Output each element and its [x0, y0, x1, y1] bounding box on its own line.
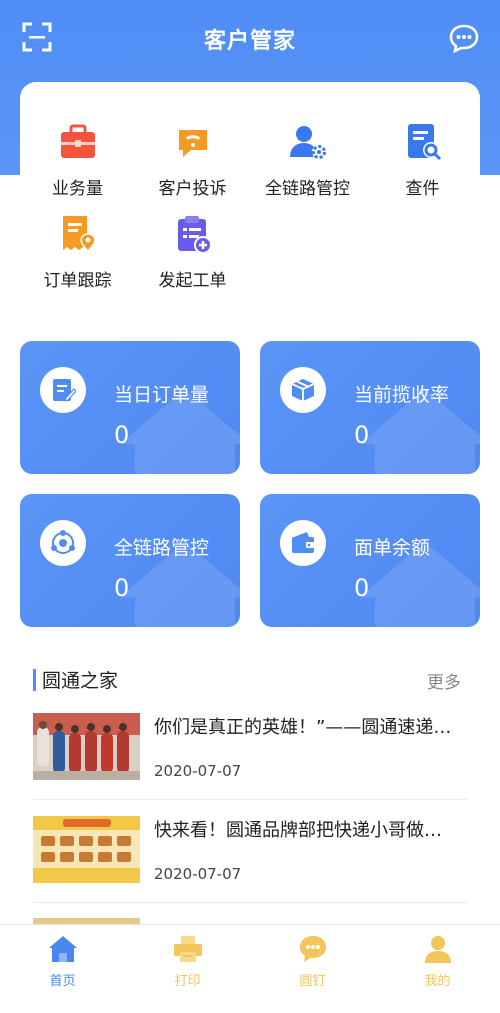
- menu-item-order-tracking[interactable]: 订单跟踪: [20, 214, 135, 294]
- stat-label: 面单余额: [354, 537, 431, 559]
- stat-card-pickup-rate[interactable]: 当前揽收率 0: [260, 341, 480, 474]
- tab-print[interactable]: 打印: [125, 925, 250, 1013]
- top-bar: 客户管家: [0, 0, 500, 78]
- menu-card: 业务量 客户投诉 全链路管控 查件 订单跟踪 发起工单: [20, 82, 480, 302]
- chat-icon: [299, 936, 326, 962]
- section-accent-bar: [33, 669, 36, 691]
- news-item[interactable]: 你们是真正的英雄！”——圆通速递… 2020-07-07: [33, 713, 467, 783]
- divider: [33, 902, 467, 903]
- stat-value: 0: [354, 421, 370, 449]
- wallet-icon: [292, 532, 314, 553]
- news-title: 快来看！圆通品牌部把快递小哥做…: [154, 820, 442, 841]
- menu-item-label: 订单跟踪: [43, 271, 112, 291]
- menu-item-label: 发起工单: [158, 271, 227, 291]
- menu-item-label: 全链路管控: [265, 179, 350, 199]
- user-icon: [424, 936, 451, 963]
- tab-label: 我的: [424, 974, 451, 989]
- stat-card-daily-orders[interactable]: 当日订单量 0: [20, 341, 240, 474]
- scan-icon[interactable]: [22, 22, 52, 52]
- printer-icon: [173, 936, 202, 962]
- menu-item-business-volume[interactable]: 业务量: [20, 122, 135, 202]
- tab-home[interactable]: 首页: [0, 925, 125, 1013]
- news-item[interactable]: 快来看！圆通品牌部把快递小哥做… 2020-07-07: [33, 816, 467, 886]
- user-gear-icon: [289, 126, 326, 159]
- menu-item-label: 查件: [405, 179, 440, 199]
- stat-icon-circle: [40, 520, 86, 566]
- news-thumbnail-photo: [33, 713, 140, 780]
- tab-label: 打印: [174, 974, 201, 989]
- briefcase-icon: [60, 124, 95, 158]
- stat-label: 全链路管控: [114, 537, 210, 559]
- stat-icon-circle: [280, 367, 326, 413]
- stat-icon-circle: [40, 367, 86, 413]
- page-title: 客户管家: [203, 29, 296, 54]
- menu-item-create-ticket[interactable]: 发起工单: [135, 214, 250, 294]
- home-icon: [48, 936, 77, 962]
- document-search-icon: [407, 124, 441, 161]
- tab-yuanding[interactable]: 圆钉: [250, 925, 375, 1013]
- stat-value: 0: [354, 574, 370, 602]
- news-thumbnail-poster: [33, 816, 140, 883]
- network-icon: [51, 530, 75, 554]
- news-title: 你们是真正的英雄！”——圆通速递…: [154, 717, 452, 738]
- stat-card-full-link[interactable]: 全链路管控 0: [20, 494, 240, 627]
- menu-item-track-parcel[interactable]: 查件: [365, 122, 480, 202]
- divider: [33, 799, 467, 800]
- news-date: 2020-07-07: [154, 762, 242, 780]
- order-location-icon: [62, 216, 96, 253]
- stat-label: 当日订单量: [114, 384, 210, 406]
- order-edit-icon: [53, 379, 76, 402]
- complaint-chat-icon: [178, 130, 207, 157]
- stat-card-waybill-balance[interactable]: 面单余额 0: [260, 494, 480, 627]
- tab-label: 首页: [49, 974, 76, 989]
- menu-item-full-link[interactable]: 全链路管控: [250, 122, 365, 202]
- stat-value: 0: [114, 421, 130, 449]
- menu-item-label: 客户投诉: [158, 179, 227, 199]
- stat-icon-circle: [280, 520, 326, 566]
- more-link[interactable]: 更多: [427, 668, 461, 693]
- news-date: 2020-07-07: [154, 865, 242, 883]
- stat-value: 0: [114, 574, 130, 602]
- tab-label: 圆钉: [299, 974, 326, 989]
- box-icon: [291, 379, 315, 401]
- news-section-header: 圆通之家 更多: [33, 666, 467, 694]
- bottom-tab-bar: 首页 打印 圆钉 我的: [0, 924, 500, 1013]
- clipboard-add-icon: [177, 216, 212, 254]
- section-title: 圆通之家: [42, 670, 119, 692]
- menu-item-label: 业务量: [52, 179, 103, 199]
- chat-bubble-icon[interactable]: [448, 22, 480, 54]
- menu-item-complaint[interactable]: 客户投诉: [135, 122, 250, 202]
- stat-label: 当前揽收率: [354, 384, 450, 406]
- tab-mine[interactable]: 我的: [375, 925, 500, 1013]
